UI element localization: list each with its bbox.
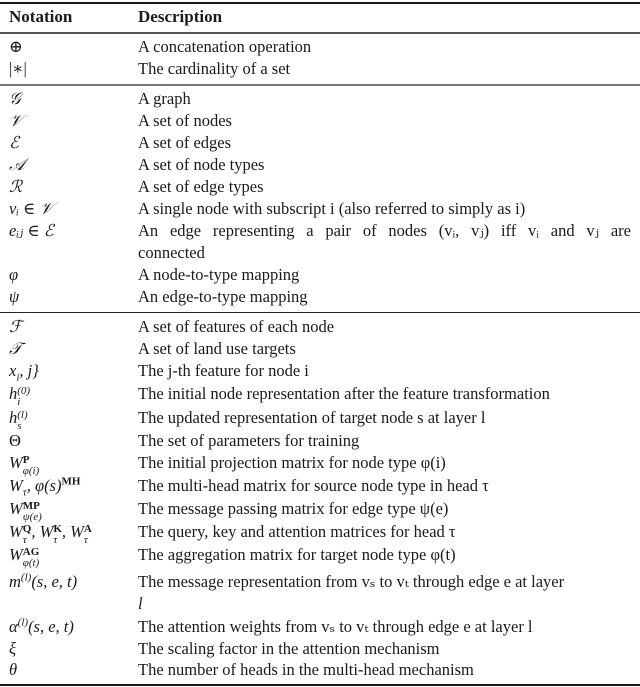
notation-cell: |∗| [9, 59, 27, 78]
description-cell: The scaling factor in the attention mech… [138, 639, 440, 658]
notation-cell: W AG φ(t) [9, 545, 40, 569]
description-cell: A set of edges [138, 133, 232, 152]
header-row: Notation Description [0, 6, 640, 28]
description-cell: The aggregation matrix for target node t… [138, 545, 456, 564]
notation-cell: WQτ, WKτ, WAτ [9, 522, 92, 546]
header-rule [0, 32, 640, 34]
description-cell: A set of land use targets [138, 339, 296, 358]
description-cell: The number of heads in the multi-head me… [138, 660, 474, 679]
notation-cell: ⊕ [9, 37, 23, 56]
table-row: ψ An edge-to-type mapping [0, 286, 640, 308]
notation-cell: 𝒜 [9, 155, 25, 174]
bottom-rule [0, 684, 640, 686]
description-cell: A set of node types [138, 155, 265, 174]
table-row: W Pφ(i) The initial projection matrix for… [0, 452, 640, 477]
notation-cell: W MP ψ(e) [9, 499, 42, 523]
notation-cell: Θ [9, 431, 21, 450]
description-cell-continuation: connected [138, 243, 205, 262]
table-row: α(l)(s, e, t) The attention weights from… [0, 616, 640, 638]
table-row: W MP ψ(e) The message passing matrix for e… [0, 498, 640, 523]
table-row: h (0) i The initial node representation af… [0, 383, 640, 408]
table-row: 𝒜 A set of node types [0, 154, 640, 176]
notation-cell: α(l)(s, e, t) [9, 616, 74, 636]
group-rule [0, 312, 640, 313]
table-row: 𝒢 A graph [0, 88, 640, 110]
description-cell: A concatenation operation [138, 37, 312, 56]
notation-cell: ψ [9, 287, 20, 306]
description-cell: A node-to-type mapping [138, 265, 300, 284]
table-row: φ A node-to-type mapping [0, 264, 640, 286]
table-row: ξ The scaling factor in the attention me… [0, 638, 640, 660]
description-cell: A set of nodes [138, 111, 232, 130]
table-row: WQτ, WKτ, WAτ The query, key and attenti… [0, 521, 640, 546]
description-cell: The set of parameters for training [138, 431, 360, 450]
description-cell: An edge representing a pair of nodes (vᵢ… [138, 221, 631, 240]
description-cell: The query, key and attention matrices fo… [138, 522, 456, 541]
notation-cell: ξ [9, 639, 17, 658]
notation-cell: xi, j} [9, 361, 39, 384]
notation-cell: m(l)(s, e, t) [9, 571, 78, 591]
group-rule [0, 84, 640, 86]
table-row: Θ The set of parameters for training [0, 430, 640, 452]
table-row: W AG φ(t) The aggregation matrix for targe… [0, 544, 640, 569]
table-row: 𝒯 A set of land use targets [0, 338, 640, 360]
description-cell: A single node with subscript i (also ref… [138, 199, 526, 218]
header-description: Description [138, 7, 223, 26]
description-cell: The message representation from vₛ to vₜ… [138, 572, 565, 591]
notation-cell: φ [9, 265, 19, 284]
notation-cell: eᵢⱼ ∈ ℰ [9, 221, 54, 240]
notation-cell: θ [9, 660, 18, 679]
notation-cell: ℛ [9, 177, 23, 196]
description-cell: A set of edge types [138, 177, 264, 196]
description-cell: A set of features of each node [138, 317, 335, 336]
header-notation: Notation [9, 7, 73, 26]
table-row: ℱ A set of features of each node [0, 316, 640, 338]
description-cell: The multi-head matrix for source node ty… [138, 476, 489, 495]
top-rule [0, 2, 640, 4]
notation-cell: 𝒱 [9, 111, 23, 130]
description-cell-continuation: l [138, 594, 143, 613]
table-row: vᵢ ∈ 𝒱 A single node with subscript i (a… [0, 198, 640, 220]
notation-cell: Wτ, φ(s)MH [9, 475, 81, 499]
description-cell: The cardinality of a set [138, 59, 291, 78]
table-row: 𝒱 A set of nodes [0, 110, 640, 132]
description-cell: The attention weights from vₛ to vₜ thro… [138, 617, 533, 636]
table-row-continuation: connected [0, 242, 640, 264]
notation-cell: ℱ [9, 317, 22, 336]
table-row: ⊕ A concatenation operation [0, 36, 640, 58]
description-cell: The j-th feature for node i [138, 361, 309, 380]
notation-cell: h (0) i [9, 384, 31, 408]
table-row: eᵢⱼ ∈ ℰ An edge representing a pair of n… [0, 220, 640, 242]
description-cell: An edge-to-type mapping [138, 287, 308, 306]
table-row-continuation: l [0, 593, 640, 615]
table-row: θ The number of heads in the multi-head … [0, 659, 640, 681]
table-row: ℛ A set of edge types [0, 176, 640, 198]
table-row: xi, j} The j-th feature for node i [0, 360, 640, 384]
description-cell: The initial projection matrix for node t… [138, 453, 446, 472]
table-row: h (l) s The updated representation of targ… [0, 407, 640, 432]
table-row: Wτ, φ(s)MH The multi-head matrix for sou… [0, 475, 640, 499]
notation-cell: vᵢ ∈ 𝒱 [9, 199, 54, 218]
notation-cell: ℰ [9, 133, 19, 152]
description-cell: A graph [138, 89, 191, 108]
description-cell: The updated representation of target nod… [138, 408, 486, 427]
description-cell: The initial node representation after th… [138, 384, 550, 403]
table-row: |∗| The cardinality of a set [0, 58, 640, 80]
table-row: m(l)(s, e, t) The message representation… [0, 571, 640, 593]
description-cell: The message passing matrix for edge type… [138, 499, 449, 518]
notation-cell: W Pφ(i) [9, 453, 40, 477]
notation-cell: 𝒯 [9, 339, 22, 358]
notation-cell: h (l) s [9, 408, 28, 432]
table-row: ℰ A set of edges [0, 132, 640, 154]
notation-cell: 𝒢 [9, 89, 21, 108]
